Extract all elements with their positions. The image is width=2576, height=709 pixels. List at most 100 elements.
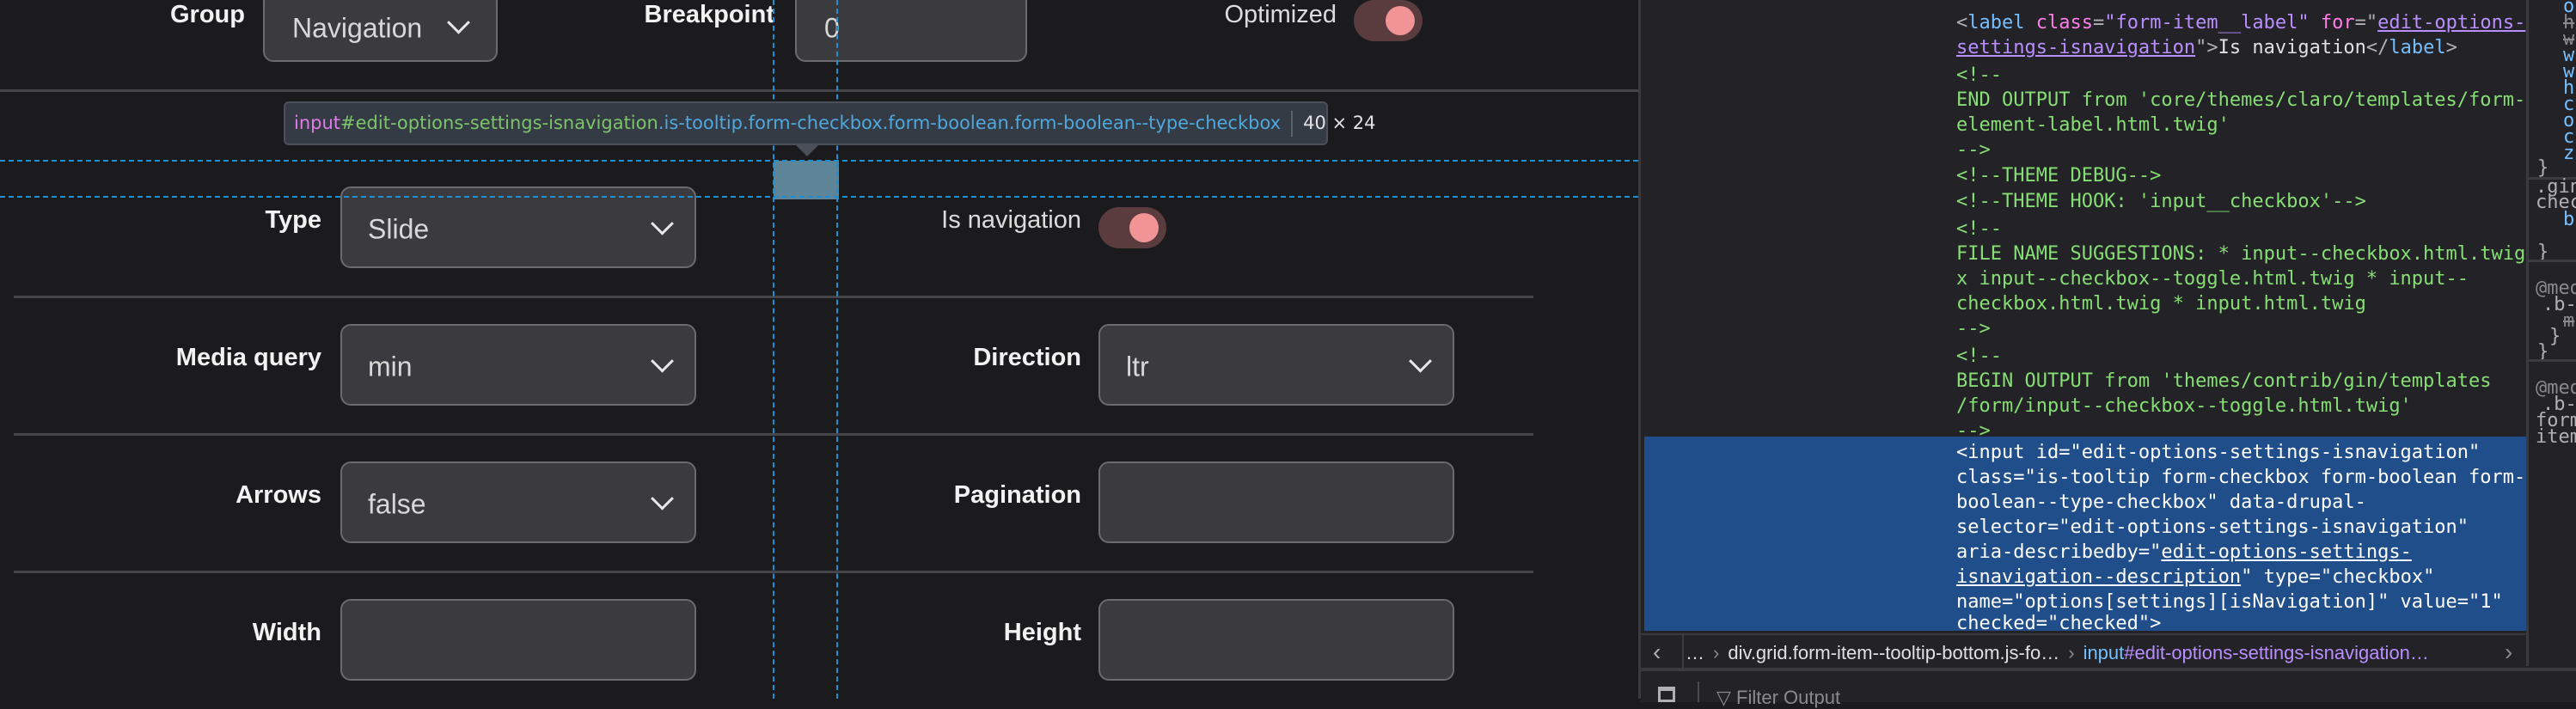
group-select[interactable]: Navigation <box>263 0 498 62</box>
tag-name: label <box>1967 12 2025 34</box>
rule-brace: } <box>2549 326 2561 347</box>
rule-divider <box>2529 359 2576 362</box>
breakpoint-input[interactable]: 0 <box>795 0 1027 62</box>
breadcrumb-divider <box>1682 635 1684 668</box>
comment-line[interactable]: <!-- <box>1956 344 2002 369</box>
aria-link[interactable]: isnavigation--description <box>1956 566 2241 588</box>
selected-line: boolean--type-checkbox" data-drupal- <box>1956 492 2366 513</box>
pagination-input[interactable] <box>1098 461 1454 543</box>
selected-line: <input id="edit-options-settings-isnavig… <box>1956 442 2481 463</box>
is-navigation-label: Is navigation <box>941 206 1081 234</box>
rule-prop: z <box>2563 143 2575 164</box>
selected-line: class="is-tooltip form-checkbox form-boo… <box>1956 467 2526 488</box>
scroll-right-icon[interactable]: › <box>2505 639 2512 666</box>
inspector-tooltip: input#edit-options-settings-isnavigation… <box>284 101 1376 145</box>
aria-link[interactable]: edit-options-settings- <box>2161 541 2411 563</box>
breadcrumb-ellipsis[interactable]: … <box>1686 642 1704 663</box>
media-query-label: Media query <box>175 344 321 371</box>
scroll-left-icon[interactable]: ‹ <box>1653 639 1661 666</box>
selected-aria-line: aria-describedby="edit-options-settings- <box>1956 540 2412 565</box>
tooltip-classes: .is-tooltip.form-checkbox.form-boolean.f… <box>658 113 1282 133</box>
comment-line[interactable]: checkbox.html.twig * input.html.twig <box>1956 291 2366 316</box>
devtools-panel: <label class="form-item__label" for="edi… <box>1638 0 2576 708</box>
breadcrumb-separator-icon: › <box>2068 642 2075 663</box>
tooltip-divider <box>1291 111 1294 137</box>
tooltip-arrow <box>795 144 819 156</box>
comment-line[interactable]: x input--checkbox--toggle.html.twig * in… <box>1956 266 2469 291</box>
attr-link[interactable]: edit-options- <box>2377 12 2525 34</box>
comment-line[interactable]: <!-- <box>1956 217 2002 241</box>
rule-divider <box>2529 260 2576 262</box>
selected-aria-line-2: isnavigation--description" type="checkbo… <box>1956 565 2434 590</box>
breadcrumb-current[interactable]: input#edit-options-settings-isnavigation… <box>2083 642 2429 663</box>
toggle-knob <box>1129 213 1159 242</box>
media-query-select-value: min <box>368 350 413 382</box>
type-label: Type <box>265 206 321 234</box>
filter-output-input[interactable]: ▽ Filter Output <box>1716 687 1840 709</box>
form-page: Group Navigation Breakpoint 0 Optimized … <box>0 0 1638 699</box>
rules-view[interactable]: o h w w w h c o c z } .gin chec b } @med… <box>2526 0 2576 666</box>
chevron-down-icon <box>651 349 674 373</box>
comment-line[interactable]: BEGIN OUTPUT from 'themes/contrib/gin/te… <box>1956 369 2492 394</box>
breakpoint-label: Breakpoint <box>644 1 774 28</box>
comment-line[interactable]: --> <box>1956 138 1991 162</box>
tooltip-id: #edit-options-settings-isnavigation <box>340 113 658 133</box>
direction-select[interactable]: ltr <box>1098 324 1454 406</box>
selected-line: selector="edit-options-settings-isnaviga… <box>1956 516 2469 538</box>
chevron-down-icon <box>447 10 470 34</box>
breadcrumb-item[interactable]: div.grid.form-item--tooltip-bottom.js-fo… <box>1728 642 2059 663</box>
attr-name: class <box>2035 12 2093 34</box>
attr-text: aria-describedby=" <box>1956 541 2162 563</box>
rule-prop-overridden: m <box>2563 310 2575 332</box>
group-label: Group <box>170 1 245 28</box>
comment-line[interactable]: element-label.html.twig' <box>1956 113 2230 138</box>
breadcrumb-items: … › div.grid.form-item--tooltip-bottom.js-… <box>1686 642 2429 664</box>
row-divider <box>0 89 1638 92</box>
comment-line[interactable]: <!--THEME HOOK: 'input__checkbox'--> <box>1956 189 2366 214</box>
comment-line[interactable]: --> <box>1956 316 1991 341</box>
breadcrumb: ‹ … › div.grid.form-item--tooltip-bottom.j… <box>1641 633 2526 668</box>
guide-line-top <box>0 160 1638 162</box>
is-navigation-toggle[interactable] <box>1098 207 1166 248</box>
media-query-select[interactable]: min <box>340 324 696 406</box>
group-select-value: Navigation <box>292 12 423 44</box>
tag-name: label <box>2389 37 2446 58</box>
height-input[interactable] <box>1098 599 1454 681</box>
markup-label-line[interactable]: <label class="form-item__label" for="edi… <box>1956 10 2525 35</box>
optimized-toggle[interactable] <box>1354 0 1423 41</box>
breadcrumb-separator-icon: › <box>1713 642 1720 663</box>
attr-link[interactable]: settings-isnavigation <box>1956 37 2195 58</box>
attr-text: " type="checkbox" <box>2241 566 2435 588</box>
comment-line[interactable]: <!--THEME DEBUG--> <box>1956 163 2161 188</box>
comment-line[interactable]: /form/input--checkbox--toggle.html.twig' <box>1956 394 2412 419</box>
rule-prop: b <box>2563 209 2575 230</box>
tooltip-dimensions: 40 × 24 <box>1303 113 1376 133</box>
breadcrumb-current-id: #edit-options-settings-isnavigation… <box>2124 642 2429 663</box>
guide-line-bottom <box>0 196 1638 198</box>
selected-line: checked="checked"> <box>1956 613 2162 631</box>
optimized-label: Optimized <box>1224 1 1337 28</box>
markup-label-line-2[interactable]: settings-isnavigation">Is navigation</la… <box>1956 35 2457 60</box>
tooltip-tag: input <box>294 113 341 133</box>
toggle-knob <box>1386 6 1415 35</box>
type-select[interactable]: Slide <box>340 186 696 268</box>
inspected-element-highlight <box>774 161 839 199</box>
breadcrumb-current-tag: input <box>2083 642 2125 663</box>
toolbar-divider <box>1698 681 1699 702</box>
arrows-select-value: false <box>368 487 426 519</box>
attr-value: "form-item__label" <box>2104 12 2310 34</box>
attr-name: for <box>2320 12 2355 34</box>
selected-node[interactable]: <input id="edit-options-settings-isnavig… <box>1644 437 2526 631</box>
comment-line[interactable]: END OUTPUT from 'core/themes/claro/templ… <box>1956 88 2525 113</box>
arrows-select[interactable]: false <box>340 461 696 543</box>
console-toolbar: ▽ Filter Output <box>1641 668 2576 708</box>
trash-icon[interactable] <box>1658 687 1675 702</box>
comment-line[interactable]: <!-- <box>1956 63 2002 88</box>
width-label: Width <box>252 619 321 646</box>
filter-placeholder: Filter Output <box>1736 687 1841 708</box>
width-input[interactable] <box>340 599 696 681</box>
markup-view[interactable]: <label class="form-item__label" for="edi… <box>1641 0 2526 631</box>
arrows-label: Arrows <box>236 481 321 509</box>
chevron-down-icon <box>1409 349 1432 373</box>
comment-line[interactable]: FILE NAME SUGGESTIONS: * input--checkbox… <box>1956 241 2525 266</box>
